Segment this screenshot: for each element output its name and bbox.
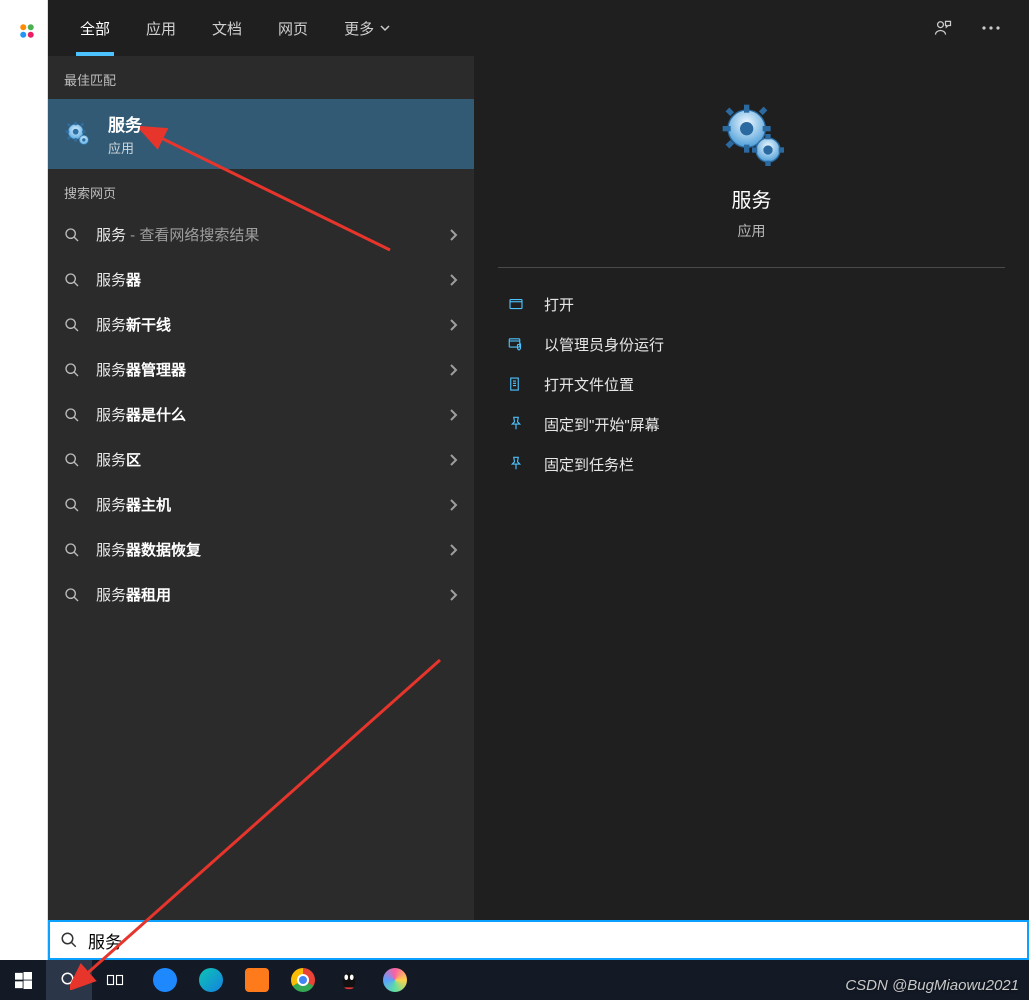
open-icon	[504, 295, 528, 313]
web-result-3[interactable]: 服务器管理器	[48, 347, 474, 392]
search-icon	[64, 317, 80, 333]
chevron-right-icon	[448, 543, 458, 557]
taskbar-app-chrome[interactable]	[280, 960, 326, 1000]
taskbar-app-3[interactable]	[234, 960, 280, 1000]
chevron-right-icon	[448, 228, 458, 242]
web-result-2[interactable]: 服务新干线	[48, 302, 474, 347]
best-match-text: 服务 应用	[108, 111, 142, 157]
app-logo-behind	[18, 22, 36, 40]
ellipsis-icon	[982, 26, 1000, 30]
action-label: 打开	[544, 294, 574, 315]
services-large-icon	[720, 102, 784, 166]
chevron-right-icon	[448, 453, 458, 467]
search-input-box[interactable]	[48, 920, 1029, 960]
web-result-1[interactable]: 服务器	[48, 257, 474, 302]
result-text: 服务新干线	[96, 314, 432, 335]
web-results-list: 服务 - 查看网络搜索结果 服务器 服务新干线 服务器管理器 服务器是什么 服务…	[48, 212, 474, 617]
folder-icon	[504, 375, 528, 393]
background-strip	[0, 0, 48, 960]
taskbar-search-button[interactable]	[46, 960, 92, 1000]
action-open[interactable]: 打开	[498, 284, 1005, 324]
chevron-down-icon	[380, 23, 390, 33]
result-text: 服务器管理器	[96, 359, 432, 380]
action-run-admin[interactable]: 以管理员身份运行	[498, 324, 1005, 364]
pin-icon	[504, 415, 528, 433]
web-result-6[interactable]: 服务器主机	[48, 482, 474, 527]
chevron-right-icon	[448, 318, 458, 332]
web-result-5[interactable]: 服务区	[48, 437, 474, 482]
start-button[interactable]	[0, 960, 46, 1000]
options-button[interactable]	[967, 0, 1015, 56]
chevron-right-icon	[448, 498, 458, 512]
admin-icon	[504, 335, 528, 353]
taskbar-app-edge[interactable]	[188, 960, 234, 1000]
pin-icon	[504, 455, 528, 473]
result-text: 服务器租用	[96, 584, 432, 605]
task-view-button[interactable]	[92, 960, 138, 1000]
results-column: 最佳匹配 服务 应用 搜索网页 服务 - 查看网络搜索结果 服务器 服务新干线 …	[48, 56, 474, 920]
result-text: 服务 - 查看网络搜索结果	[96, 224, 432, 245]
tab-apps[interactable]: 应用	[128, 0, 194, 56]
watermark: CSDN @BugMiaowu2021	[845, 977, 1019, 994]
search-icon	[60, 931, 78, 949]
chevron-right-icon	[448, 408, 458, 422]
action-label: 以管理员身份运行	[544, 334, 664, 355]
best-match-result[interactable]: 服务 应用	[48, 99, 474, 169]
preview-column: 服务 应用 打开 以管理员身份运行 打开文件位置 固定到"开始"屏幕 固定到	[474, 56, 1029, 920]
windows-icon	[15, 972, 32, 989]
result-text: 服务器是什么	[96, 404, 432, 425]
section-search-web: 搜索网页	[48, 169, 474, 212]
search-input[interactable]	[88, 930, 1017, 950]
action-pin-taskbar[interactable]: 固定到任务栏	[498, 444, 1005, 484]
chevron-right-icon	[448, 273, 458, 287]
result-text: 服务器数据恢复	[96, 539, 432, 560]
chevron-right-icon	[448, 588, 458, 602]
action-label: 固定到任务栏	[544, 454, 634, 475]
search-icon	[64, 362, 80, 378]
search-icon	[64, 497, 80, 513]
search-icon	[64, 542, 80, 558]
services-icon	[64, 120, 92, 148]
preview-title: 服务	[498, 184, 1005, 213]
taskbar-apps	[142, 960, 418, 1000]
windows-search-panel: 全部 应用 文档 网页 更多 最佳匹配 服务 应用	[48, 0, 1029, 920]
action-open-location[interactable]: 打开文件位置	[498, 364, 1005, 404]
taskbar-app-6[interactable]	[372, 960, 418, 1000]
chevron-right-icon	[448, 363, 458, 377]
search-tabs: 全部 应用 文档 网页 更多	[48, 0, 1029, 56]
tab-web[interactable]: 网页	[260, 0, 326, 56]
search-icon	[64, 272, 80, 288]
preview-icon-wrap	[498, 102, 1005, 166]
search-icon	[64, 227, 80, 243]
tab-docs[interactable]: 文档	[194, 0, 260, 56]
divider	[498, 267, 1005, 268]
tab-all[interactable]: 全部	[62, 0, 128, 56]
search-icon	[60, 971, 78, 989]
best-match-subtitle: 应用	[108, 138, 142, 157]
web-result-4[interactable]: 服务器是什么	[48, 392, 474, 437]
search-icon	[64, 452, 80, 468]
tab-more-label: 更多	[344, 18, 374, 39]
result-text: 服务器	[96, 269, 432, 290]
panel-body: 最佳匹配 服务 应用 搜索网页 服务 - 查看网络搜索结果 服务器 服务新干线 …	[48, 56, 1029, 920]
taskbar-app-1[interactable]	[142, 960, 188, 1000]
person-feedback-icon	[933, 18, 953, 38]
preview-subtitle: 应用	[498, 221, 1005, 241]
best-match-title: 服务	[108, 111, 142, 136]
task-view-icon	[106, 971, 124, 989]
action-label: 固定到"开始"屏幕	[544, 414, 660, 435]
taskbar-app-qq[interactable]	[326, 960, 372, 1000]
tab-more[interactable]: 更多	[326, 0, 408, 56]
web-result-0[interactable]: 服务 - 查看网络搜索结果	[48, 212, 474, 257]
action-pin-start[interactable]: 固定到"开始"屏幕	[498, 404, 1005, 444]
search-icon	[64, 407, 80, 423]
search-icon	[64, 587, 80, 603]
web-result-7[interactable]: 服务器数据恢复	[48, 527, 474, 572]
feedback-button[interactable]	[919, 0, 967, 56]
result-text: 服务器主机	[96, 494, 432, 515]
action-label: 打开文件位置	[544, 374, 634, 395]
result-text: 服务区	[96, 449, 432, 470]
web-result-8[interactable]: 服务器租用	[48, 572, 474, 617]
section-best-match: 最佳匹配	[48, 56, 474, 99]
